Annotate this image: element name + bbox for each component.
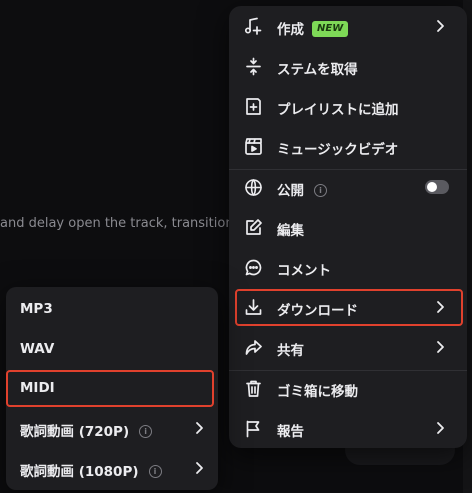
- info-icon[interactable]: i: [314, 183, 327, 197]
- download-icon: [244, 298, 263, 317]
- globe-icon: [244, 178, 263, 197]
- info-icon[interactable]: i: [148, 464, 162, 478]
- chevron-right-icon: [435, 340, 445, 354]
- download-option-label: 歌詞動画 (1080P) i: [20, 460, 162, 480]
- track-description-text: and delay open the track, transitioning: [0, 216, 254, 231]
- menu-item-label: プレイリストに追加: [277, 102, 399, 118]
- chevron-right-icon: [194, 421, 204, 435]
- info-icon[interactable]: i: [139, 424, 153, 438]
- publish-toggle[interactable]: [425, 180, 449, 194]
- menu-item-report[interactable]: 報告: [229, 408, 467, 448]
- download-option-lyric-video-720p[interactable]: 歌詞動画 (720P) i: [6, 408, 218, 448]
- clapperboard-icon: [244, 137, 263, 156]
- menu-item-music-video[interactable]: ミュージックビデオ: [229, 126, 467, 166]
- menu-item-download[interactable]: ダウンロード: [229, 287, 467, 327]
- menu-item-create[interactable]: 作成 NEW: [229, 6, 467, 46]
- download-submenu: MP3 WAV MIDI 歌詞動画 (720P) i 歌詞動画 (1080P) i: [6, 287, 218, 490]
- menu-item-publish[interactable]: 公開 i: [229, 167, 467, 207]
- flag-icon: [244, 419, 263, 438]
- download-option-label: MIDI: [20, 380, 55, 396]
- menu-item-label: ミュージックビデオ: [277, 142, 399, 158]
- download-option-mp3[interactable]: MP3: [6, 289, 218, 329]
- menu-item-add-to-playlist[interactable]: プレイリストに追加: [229, 86, 467, 126]
- menu-item-label: ダウンロード: [277, 303, 358, 319]
- share-icon: [244, 338, 263, 357]
- menu-item-comment[interactable]: コメント: [229, 247, 467, 287]
- menu-item-share[interactable]: 共有: [229, 327, 467, 367]
- menu-item-edit[interactable]: 編集: [229, 207, 467, 247]
- chevron-right-icon: [435, 19, 445, 33]
- new-badge: NEW: [312, 21, 349, 37]
- music-plus-icon: [244, 17, 263, 36]
- chevron-right-icon: [435, 421, 445, 435]
- split-arrows-icon: [244, 57, 263, 76]
- download-option-wav[interactable]: WAV: [6, 329, 218, 369]
- download-option-label: MP3: [20, 301, 53, 317]
- download-option-midi[interactable]: MIDI: [6, 368, 218, 408]
- menu-item-move-to-trash[interactable]: ゴミ箱に移動: [229, 368, 467, 408]
- menu-item-label: ゴミ箱に移動: [277, 384, 358, 400]
- add-to-playlist-icon: [244, 97, 263, 116]
- menu-item-label: 共有: [277, 343, 304, 359]
- context-menu: 作成 NEW ステムを取得 プレイリストに追加 ミュージックビデオ 公開 i 編…: [229, 6, 467, 448]
- download-option-label: 歌詞動画 (720P) i: [20, 420, 153, 440]
- menu-item-label: 報告: [277, 424, 304, 440]
- comment-icon: [244, 258, 263, 277]
- pencil-icon: [244, 218, 263, 237]
- chevron-right-icon: [194, 461, 204, 475]
- menu-item-label: ステムを取得: [277, 62, 358, 78]
- menu-item-label: コメント: [277, 263, 331, 279]
- chevron-right-icon: [435, 300, 445, 314]
- download-option-label: WAV: [20, 341, 55, 357]
- menu-item-label: 作成 NEW: [277, 18, 349, 38]
- trash-icon: [244, 379, 263, 398]
- menu-item-label: 公開 i: [277, 179, 327, 199]
- toggle-knob: [427, 182, 437, 192]
- menu-item-label: 編集: [277, 223, 304, 239]
- menu-item-get-stems[interactable]: ステムを取得: [229, 46, 467, 86]
- download-option-lyric-video-1080p[interactable]: 歌詞動画 (1080P) i: [6, 448, 218, 488]
